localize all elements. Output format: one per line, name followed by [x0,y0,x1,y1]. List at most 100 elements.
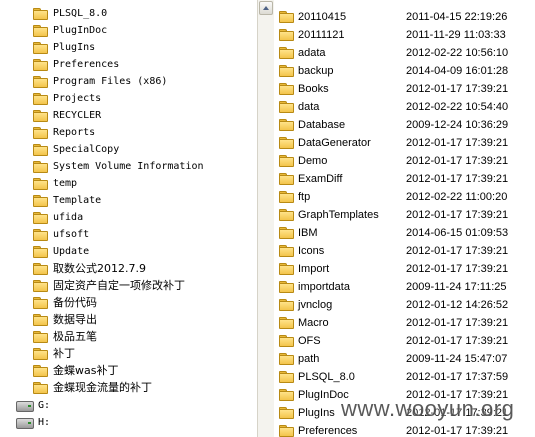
file-row[interactable]: Books 2012-01-17 17:39:21 [274,80,535,98]
folder-icon [279,65,294,77]
tree-folder-item[interactable]: Projects [33,91,101,107]
tree-folder-item[interactable]: 固定资产自定一项修改补丁 [33,278,185,294]
file-name: Database [298,119,346,131]
file-name: DataGenerator [298,137,371,149]
tree-folder-label: Projects [53,93,102,104]
tree-drive-item[interactable]: H: [16,415,50,431]
file-modified-date: 2012-02-22 10:56:10 [406,47,509,59]
folder-icon [33,229,48,241]
tree-folder-label: Reports [53,127,96,138]
folder-icon [33,280,48,292]
tree-folder-item[interactable]: PlugInDoc [33,23,107,39]
file-row[interactable]: Database 2009-12-24 10:36:29 [274,116,535,134]
folder-icon [33,195,48,207]
folder-icon [279,317,294,329]
tree-folder-item[interactable]: RECYCLER [33,108,101,124]
folder-icon [33,178,48,190]
folder-icon [33,382,48,394]
tree-folder-item[interactable]: 数据导出 [33,312,97,328]
tree-folder-item[interactable]: 金蝶现金流量的补丁 [33,380,152,396]
file-name: ftp [298,191,311,203]
folder-icon [33,8,48,20]
folder-icon [279,389,294,401]
tree-folder-item[interactable]: System Volume Information [33,159,204,175]
file-row[interactable]: jvnclog 2012-01-12 14:26:52 [274,296,535,314]
file-row[interactable]: Import 2012-01-17 17:39:21 [274,260,535,278]
scroll-up-arrow-icon[interactable] [259,1,273,15]
tree-folder-item[interactable]: 取数公式2012.7.9 [33,261,146,277]
file-row[interactable]: data 2012-02-22 10:54:40 [274,98,535,116]
tree-folder-item[interactable]: 金蝶was补丁 [33,363,118,379]
file-modified-date: 2012-02-22 11:00:20 [406,191,508,203]
file-row[interactable]: OFS 2012-01-17 17:39:21 [274,332,535,350]
file-row[interactable]: Icons 2012-01-17 17:39:21 [274,242,535,260]
file-name: OFS [298,335,321,347]
tree-folder-item[interactable]: Preferences [33,57,119,73]
file-modified-date: 2014-04-09 16:01:28 [406,65,509,77]
file-modified-date: 2012-01-17 17:39:21 [406,317,509,329]
file-row[interactable]: 20110415 2011-04-15 22:19:26 [274,8,535,26]
file-row[interactable]: 20111121 2011-11-29 11:03:33 [274,26,535,44]
tree-folder-label: SpecialCopy [53,144,120,155]
tree-folder-item[interactable]: 极品五笔 [33,329,97,345]
tree-folder-label: ufsoft [53,229,90,240]
folder-icon [279,407,294,419]
file-row[interactable]: Preferences 2012-01-17 17:39:21 [274,422,535,437]
tree-folder-item[interactable]: PlugIns [33,40,95,56]
tree-folder-label: PlugIns [53,42,96,53]
tree-folder-item[interactable]: PLSQL_8.0 [33,6,107,22]
file-name: PLSQL_8.0 [298,371,355,383]
file-row[interactable]: Macro 2012-01-17 17:39:21 [274,314,535,332]
file-row[interactable]: DataGenerator 2012-01-17 17:39:21 [274,134,535,152]
file-row[interactable]: ftp 2012-02-22 11:00:20 [274,188,535,206]
file-name: jvnclog [298,299,333,311]
folder-icon [33,331,48,343]
tree-folder-item[interactable]: Update [33,244,89,260]
file-list[interactable]: 20110415 2011-04-15 22:19:26 20111121 2011-… [274,0,535,437]
tree-folder-item[interactable]: 备份代码 [33,295,97,311]
file-modified-date: 2012-01-17 17:39:21 [406,209,509,221]
tree-folder-item[interactable]: ufsoft [33,227,89,243]
file-modified-date: 2012-01-17 17:39:21 [406,263,509,275]
tree-folder-item[interactable]: SpecialCopy [33,142,119,158]
folder-icon [279,245,294,257]
file-row[interactable]: adata 2012-02-22 10:56:10 [274,44,535,62]
tree-folder-item[interactable]: Program Files (x86) [33,74,167,90]
folder-icon [279,155,294,167]
file-name: path [298,353,320,365]
file-row[interactable]: Demo 2012-01-17 17:39:21 [274,152,535,170]
folder-tree[interactable]: PLSQL_8.0 PlugInDoc PlugIns Preferences Prog… [0,0,257,437]
folder-icon [279,191,294,203]
tree-folder-label: RECYCLER [53,110,102,121]
vertical-scrollbar[interactable] [257,0,274,437]
tree-folder-item[interactable]: Reports [33,125,95,141]
tree-folder-item[interactable]: 补丁 [33,346,75,362]
tree-folder-label: temp [53,178,78,189]
file-row[interactable]: path 2009-11-24 15:47:07 [274,350,535,368]
folder-icon [279,335,294,347]
file-modified-date: 2011-04-15 22:19:26 [406,11,508,23]
tree-folder-item[interactable]: temp [33,176,77,192]
file-name: Icons [298,245,325,257]
file-row[interactable]: backup 2014-04-09 16:01:28 [274,62,535,80]
file-row[interactable]: GraphTemplates 2012-01-17 17:39:21 [274,206,535,224]
file-name: Preferences [298,425,358,437]
tree-folder-label: System Volume Information [53,161,204,172]
tree-folder-item[interactable]: ufida [33,210,83,226]
file-name: importdata [298,281,350,293]
folder-icon [279,299,294,311]
watermark: www.wooyun.org [341,396,515,421]
file-modified-date: 2012-02-22 10:54:40 [406,101,509,113]
file-row[interactable]: importdata 2009-11-24 17:11:25 [274,278,535,296]
folder-icon [279,371,294,383]
file-row[interactable]: PLSQL_8.0 2012-01-17 17:37:59 [274,368,535,386]
file-name: Macro [298,317,329,329]
tree-folder-label: 极品五笔 [53,330,97,343]
file-name: Import [298,263,330,275]
tree-folder-item[interactable]: Template [33,193,101,209]
file-row[interactable]: ExamDiff 2012-01-17 17:39:21 [274,170,535,188]
folder-icon [33,246,48,258]
file-row[interactable]: IBM 2014-06-15 01:09:53 [274,224,535,242]
tree-drive-item[interactable]: G: [16,398,50,414]
file-name: backup [298,65,334,77]
